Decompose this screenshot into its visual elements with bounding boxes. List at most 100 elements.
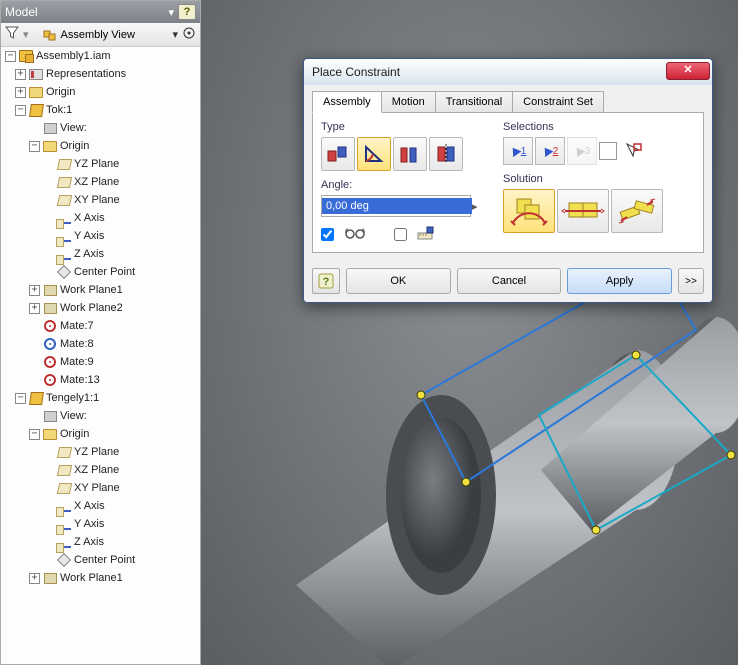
expand-icon[interactable]: +	[29, 573, 40, 584]
preview-checkbox[interactable]	[321, 228, 334, 241]
angle-label: Angle:	[321, 179, 491, 191]
expand-icon[interactable]: +	[29, 303, 40, 314]
browser-title: Model	[5, 5, 168, 19]
tree-item[interactable]: +Representations	[1, 65, 200, 83]
dropdown-icon[interactable]: ▾	[172, 28, 178, 41]
tree-item[interactable]: YZ Plane	[1, 443, 200, 461]
apply-button[interactable]: Apply	[567, 268, 672, 294]
tree-label: Mate:8	[60, 338, 94, 350]
tree-item[interactable]: Mate:7	[1, 317, 200, 335]
target-icon[interactable]	[182, 26, 196, 43]
filter-icon[interactable]	[5, 26, 19, 43]
tree-item[interactable]: Mate:13	[1, 371, 200, 389]
tree-label: X Axis	[74, 212, 105, 224]
tree-item[interactable]: −Origin	[1, 425, 200, 443]
tree-label: Mate:13	[60, 374, 100, 386]
tree-label: Work Plane1	[60, 284, 123, 296]
tree-label: XY Plane	[74, 482, 120, 494]
solution-undirected-icon[interactable]	[557, 189, 609, 233]
assembly-view-dropdown[interactable]: Assembly View	[43, 28, 135, 42]
tree-label: YZ Plane	[74, 446, 119, 458]
constraint-mate-icon[interactable]	[321, 137, 355, 171]
tree-label: View:	[60, 410, 87, 422]
tree-item[interactable]: XY Plane	[1, 479, 200, 497]
tree-root[interactable]: −Assembly1.iam	[1, 47, 200, 65]
tree-item[interactable]: XZ Plane	[1, 461, 200, 479]
tree-item[interactable]: YZ Plane	[1, 155, 200, 173]
solution-opposed-icon[interactable]	[611, 189, 663, 233]
tree-item[interactable]: View:	[1, 407, 200, 425]
cancel-button[interactable]: Cancel	[457, 268, 562, 294]
model-browser: Model ▾ ? ▾ Assembly View ▾ −Assembly1.i…	[0, 0, 201, 665]
help-icon[interactable]: ?	[178, 4, 196, 20]
tree-item[interactable]: Mate:8	[1, 335, 200, 353]
tree-label: X Axis	[74, 500, 105, 512]
tree-label: Work Plane2	[60, 302, 123, 314]
tree-label: View:	[60, 122, 87, 134]
type-label: Type	[321, 121, 491, 133]
angle-input[interactable]: ▸	[321, 195, 471, 217]
collapse-icon[interactable]: −	[5, 51, 16, 62]
tree-item[interactable]: Center Point	[1, 263, 200, 281]
close-icon[interactable]: ✕	[666, 62, 710, 80]
selections-label: Selections	[503, 121, 695, 133]
tree-item[interactable]: XZ Plane	[1, 173, 200, 191]
expand-icon[interactable]: +	[15, 69, 26, 80]
expand-icon[interactable]: +	[15, 87, 26, 98]
spinner-icon[interactable]: ▸	[472, 200, 478, 213]
collapse-icon[interactable]: −	[15, 393, 26, 404]
tab-motion[interactable]: Motion	[381, 91, 436, 113]
tree-item[interactable]: + Work Plane2	[1, 299, 200, 317]
dropdown-icon[interactable]: ▾	[23, 28, 29, 41]
solution-label: Solution	[503, 173, 695, 185]
tree-item[interactable]: View:	[1, 119, 200, 137]
tab-assembly[interactable]: Assembly	[312, 91, 382, 113]
constraint-insert-icon[interactable]	[429, 137, 463, 171]
tree-item[interactable]: +Origin	[1, 83, 200, 101]
tree-item[interactable]: + Work Plane1	[1, 281, 200, 299]
tree-item[interactable]: − Origin	[1, 137, 200, 155]
tree-item[interactable]: X Axis	[1, 209, 200, 227]
tab-constraint-set[interactable]: Constraint Set	[512, 91, 604, 113]
tree-label: Center Point	[74, 266, 135, 278]
expand-icon[interactable]: +	[29, 285, 40, 296]
limits-checkbox[interactable]	[394, 228, 407, 241]
pick-part-checkbox[interactable]	[599, 142, 617, 160]
tree-item[interactable]: Z Axis	[1, 245, 200, 263]
solution-directed-icon[interactable]	[503, 189, 555, 233]
tabstrip: Assembly Motion Transitional Constraint …	[304, 85, 712, 113]
tree-item[interactable]: Center Point	[1, 551, 200, 569]
dropdown-icon[interactable]: ▾	[168, 6, 174, 19]
tree-label: Origin	[60, 140, 89, 152]
ok-button[interactable]: OK	[346, 268, 451, 294]
dialog-title: Place Constraint	[312, 65, 666, 79]
dialog-titlebar[interactable]: Place Constraint ✕	[304, 59, 712, 85]
constraint-angle-icon[interactable]	[357, 137, 391, 171]
pick-part-icon[interactable]	[619, 137, 649, 165]
tree-label: XZ Plane	[74, 464, 119, 476]
selection-3-button[interactable]: 3	[567, 137, 597, 165]
tree-item[interactable]: −Tok:1	[1, 101, 200, 119]
help-button[interactable]: ?	[312, 268, 340, 294]
tree-item[interactable]: +Work Plane1	[1, 569, 200, 587]
tree-item[interactable]: Y Axis	[1, 515, 200, 533]
collapse-icon[interactable]: −	[29, 141, 40, 152]
tree-label: YZ Plane	[74, 158, 119, 170]
tree-item[interactable]: XY Plane	[1, 191, 200, 209]
collapse-icon[interactable]: −	[29, 429, 40, 440]
selection-2-button[interactable]: 2	[535, 137, 565, 165]
tree-item[interactable]: Y Axis	[1, 227, 200, 245]
tree-label: XY Plane	[74, 194, 120, 206]
selection-1-button[interactable]: 1	[503, 137, 533, 165]
constraint-tangent-icon[interactable]	[393, 137, 427, 171]
tree-item[interactable]: −Tengely1:1	[1, 389, 200, 407]
tree-item[interactable]: X Axis	[1, 497, 200, 515]
tab-transitional[interactable]: Transitional	[435, 91, 513, 113]
browser-tree[interactable]: −Assembly1.iam +Representations +Origin …	[1, 47, 200, 664]
collapse-icon[interactable]: −	[15, 105, 26, 116]
tree-item[interactable]: Mate:9	[1, 353, 200, 371]
expand-button[interactable]: >>	[678, 268, 704, 294]
angle-field[interactable]	[322, 198, 472, 214]
browser-toolbar: ▾ Assembly View ▾	[1, 23, 200, 47]
tree-item[interactable]: Z Axis	[1, 533, 200, 551]
